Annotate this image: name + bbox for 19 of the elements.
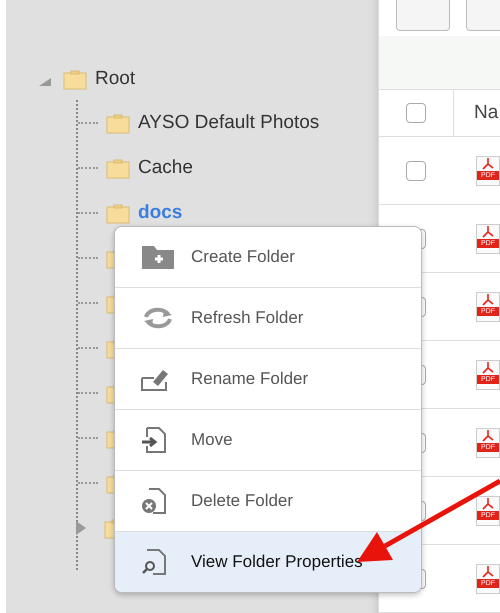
folder-icon <box>63 68 87 90</box>
refresh-icon <box>141 305 175 331</box>
column-header[interactable]: Na <box>454 102 498 124</box>
folder-icon <box>106 156 130 178</box>
menu-item[interactable]: Create Folder <box>115 227 421 288</box>
tree-item-label[interactable]: Cache <box>138 156 193 178</box>
menu-item[interactable]: Refresh Folder <box>115 288 421 349</box>
folder-plus-icon <box>141 244 175 270</box>
toolbar-button[interactable] <box>396 0 450 31</box>
menu-item[interactable]: Rename Folder <box>115 349 421 410</box>
select-all-checkbox[interactable] <box>406 102 426 123</box>
tree-item-label[interactable]: AYSO Default Photos <box>138 112 320 134</box>
tree-item-label[interactable]: Root <box>95 68 136 90</box>
row-checkbox[interactable] <box>406 160 426 180</box>
menu-item[interactable]: Move <box>115 410 421 471</box>
folder-icon <box>106 112 130 134</box>
folder-icon <box>106 202 130 224</box>
menu-item[interactable]: View Folder Properties <box>115 532 421 592</box>
collapsed-triangle-icon[interactable] <box>76 520 86 534</box>
